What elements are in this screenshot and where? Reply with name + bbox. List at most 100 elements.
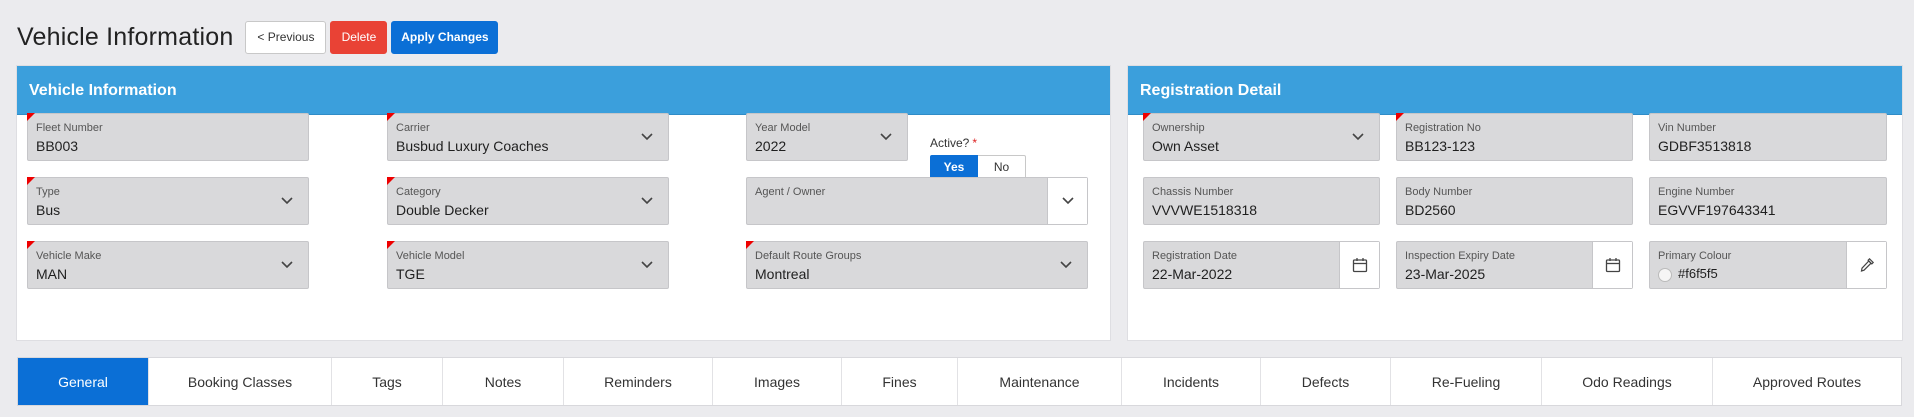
calendar-icon <box>1352 258 1367 273</box>
field-value: Own Asset <box>1152 138 1219 154</box>
vehicle-information-region: Vehicle Information Fleet Number BB003 C… <box>17 66 1110 340</box>
fleet-number-field[interactable]: Fleet Number BB003 <box>27 113 309 161</box>
field-value: EGVVF197643341 <box>1658 202 1776 218</box>
field-label: Body Number <box>1405 186 1473 198</box>
registration-date-field[interactable]: Registration Date 22-Mar-2022 <box>1143 241 1380 289</box>
chevron-down-icon <box>880 133 892 141</box>
tab-general[interactable]: General <box>18 358 149 405</box>
calendar-icon <box>1605 258 1620 273</box>
active-yes-option[interactable]: Yes <box>930 155 978 179</box>
required-marker <box>387 177 395 185</box>
field-label: Inspection Expiry Date <box>1405 250 1516 262</box>
field-label: Vehicle Model <box>396 250 465 262</box>
delete-button[interactable]: Delete <box>330 20 388 54</box>
field-label: Registration Date <box>1152 250 1237 262</box>
active-label-text: Active? <box>930 136 970 150</box>
tab-maintenance[interactable]: Maintenance <box>958 358 1122 405</box>
required-marker <box>1143 113 1151 121</box>
field-label: Type <box>36 186 60 198</box>
required-marker <box>387 241 395 249</box>
registration-date-picker-button[interactable] <box>1339 242 1379 288</box>
previous-button[interactable]: < Previous <box>245 20 327 54</box>
agent-owner-dropdown-button[interactable] <box>1047 178 1087 224</box>
field-value: Bus <box>36 202 61 218</box>
field-label: Year Model <box>755 122 811 134</box>
category-select[interactable]: Category Double Decker <box>387 177 669 225</box>
tab-tags[interactable]: Tags <box>332 358 443 405</box>
field-value: VVVWE1518318 <box>1152 202 1258 218</box>
body-number-field[interactable]: Body Number BD2560 <box>1396 177 1633 225</box>
field-value: Montreal <box>755 266 810 282</box>
registration-no-field[interactable]: Registration No BB123-123 <box>1396 113 1633 161</box>
chevron-down-icon <box>641 133 653 141</box>
field-value: 22-Mar-2022 <box>1152 266 1233 282</box>
inspection-expiry-date-field[interactable]: Inspection Expiry Date 23-Mar-2025 <box>1396 241 1633 289</box>
field-value: #f6f5f5 <box>1678 266 1718 281</box>
carrier-select[interactable]: Carrier Busbud Luxury Coaches <box>387 113 669 161</box>
field-value: Double Decker <box>396 202 489 218</box>
required-marker <box>387 113 395 121</box>
default-route-groups-select[interactable]: Default Route Groups Montreal <box>746 241 1088 289</box>
vehicle-model-select[interactable]: Vehicle Model TGE <box>387 241 669 289</box>
tab-booking-classes[interactable]: Booking Classes <box>149 358 332 405</box>
type-select[interactable]: Type Bus <box>27 177 309 225</box>
chevron-down-icon <box>281 197 293 205</box>
tab-odo-readings[interactable]: Odo Readings <box>1542 358 1713 405</box>
tab-images[interactable]: Images <box>713 358 842 405</box>
registration-detail-region: Registration Detail Ownership Own Asset … <box>1128 66 1902 340</box>
agent-owner-select[interactable]: Agent / Owner <box>746 177 1088 225</box>
inspection-expiry-date-picker-button[interactable] <box>1592 242 1632 288</box>
required-asterisk: * <box>972 136 978 150</box>
ownership-select[interactable]: Ownership Own Asset <box>1143 113 1380 161</box>
field-value: MAN <box>36 266 68 282</box>
engine-number-field[interactable]: Engine Number EGVVF197643341 <box>1649 177 1887 225</box>
vehicle-make-select[interactable]: Vehicle Make MAN <box>27 241 309 289</box>
detail-tabs: General Booking Classes Tags Notes Remin… <box>17 357 1902 406</box>
tab-reminders[interactable]: Reminders <box>564 358 713 405</box>
tab-incidents[interactable]: Incidents <box>1122 358 1261 405</box>
vin-number-field[interactable]: Vin Number GDBF3513818 <box>1649 113 1887 161</box>
page-header: Vehicle Information < Previous Delete Ap… <box>17 20 502 54</box>
field-value: GDBF3513818 <box>1658 138 1752 154</box>
field-label: Engine Number <box>1658 186 1735 198</box>
chassis-number-field[interactable]: Chassis Number VVVWE1518318 <box>1143 177 1380 225</box>
field-value: 2022 <box>755 138 787 154</box>
field-label: Agent / Owner <box>755 186 826 198</box>
active-toggle[interactable]: Yes No <box>930 155 1026 179</box>
field-label: Default Route Groups <box>755 250 862 262</box>
required-marker <box>27 241 35 249</box>
page-title: Vehicle Information <box>17 22 234 51</box>
field-value: TGE <box>396 266 425 282</box>
chevron-down-icon <box>1352 133 1364 141</box>
tab-defects[interactable]: Defects <box>1261 358 1391 405</box>
tab-approved-routes[interactable]: Approved Routes <box>1713 358 1901 405</box>
active-no-option[interactable]: No <box>978 155 1026 179</box>
region-title: Vehicle Information <box>17 66 1110 115</box>
field-value: BB123-123 <box>1405 138 1476 154</box>
colour-picker-button[interactable] <box>1846 242 1886 288</box>
field-label: Fleet Number <box>36 122 103 134</box>
year-model-select[interactable]: Year Model 2022 <box>746 113 908 161</box>
tab-re-fueling[interactable]: Re-Fueling <box>1391 358 1542 405</box>
required-marker <box>1396 113 1404 121</box>
chevron-down-icon <box>281 261 293 269</box>
tab-fines[interactable]: Fines <box>842 358 958 405</box>
field-value: 23-Mar-2025 <box>1405 266 1486 282</box>
required-marker <box>27 113 35 121</box>
chevron-down-icon <box>641 197 653 205</box>
field-label: Carrier <box>396 122 430 134</box>
active-label: Active? * <box>930 136 977 150</box>
field-label: Primary Colour <box>1658 250 1732 262</box>
chevron-down-icon <box>1061 197 1074 205</box>
eyedropper-icon <box>1860 257 1874 272</box>
field-label: Chassis Number <box>1152 186 1234 198</box>
apply-changes-button[interactable]: Apply Changes <box>391 20 499 54</box>
field-label: Vehicle Make <box>36 250 102 262</box>
tab-notes[interactable]: Notes <box>443 358 564 405</box>
field-label: Vin Number <box>1658 122 1716 134</box>
chevron-down-icon <box>641 261 653 269</box>
required-marker <box>746 241 754 249</box>
field-label: Ownership <box>1152 122 1205 134</box>
chevron-down-icon <box>1060 261 1072 269</box>
primary-colour-field[interactable]: Primary Colour #f6f5f5 <box>1649 241 1887 289</box>
